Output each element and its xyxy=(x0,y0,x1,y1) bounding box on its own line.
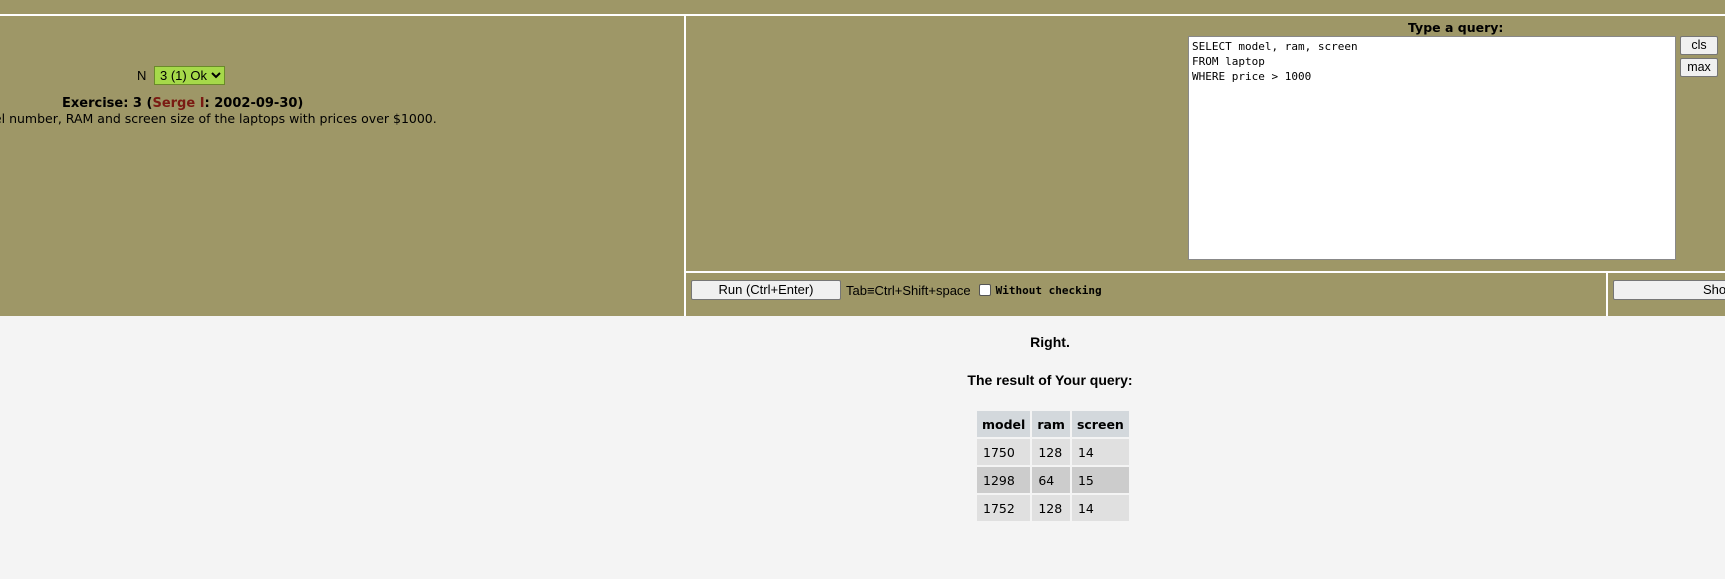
max-button[interactable]: max xyxy=(1680,58,1718,77)
without-checking-checkbox[interactable] xyxy=(978,284,991,296)
without-checking-label[interactable]: Without checking xyxy=(996,284,1102,297)
table-row: 1752 128 14 xyxy=(977,495,1129,521)
table-cell: 15 xyxy=(1071,467,1129,493)
column-header: screen xyxy=(1071,411,1129,437)
top-strip xyxy=(0,0,1725,14)
column-header: model xyxy=(977,411,1031,437)
run-controls: Run (Ctrl+Enter) Tab≡Ctrl+Shift+space Wi… xyxy=(691,280,1102,300)
result-status: Right. xyxy=(1030,334,1070,350)
result-title: The result of Your query: xyxy=(967,372,1133,388)
exercise-select[interactable]: 3 (1) Ok xyxy=(154,66,226,85)
run-button[interactable]: Run (Ctrl+Enter) xyxy=(691,280,841,300)
table-cell: 64 xyxy=(1032,467,1070,493)
table-cell: 128 xyxy=(1032,439,1070,465)
table-row: 1298 64 15 xyxy=(977,467,1129,493)
exercise-author-link[interactable]: Serge I xyxy=(152,96,204,111)
exercise-heading-suffix: : 2002-09-30) xyxy=(204,96,304,111)
table-row: 1750 128 14 xyxy=(977,439,1129,465)
query-label: Type a query: xyxy=(1408,20,1504,35)
query-editor[interactable]: SELECT model, ram, screen FROM laptop WH… xyxy=(1188,36,1676,260)
table-cell: 14 xyxy=(1071,439,1129,465)
tab-hint-text: Tab≡Ctrl+Shift+space xyxy=(846,282,971,298)
show-button[interactable]: Sho xyxy=(1613,280,1725,300)
table-cell: 128 xyxy=(1032,495,1070,521)
table-cell: 14 xyxy=(1071,495,1129,521)
result-table: model ram screen 1750 128 14 1298 64 15 … xyxy=(975,409,1131,523)
table-cell: 1298 xyxy=(977,467,1031,493)
exercise-selector-label: N xyxy=(137,68,147,83)
cls-button[interactable]: cls xyxy=(1680,36,1718,55)
table-cell: 1750 xyxy=(977,439,1031,465)
exercise-heading: Exercise: 3 (Serge I: 2002-09-30) xyxy=(62,96,303,111)
exercise-heading-prefix: Exercise: 3 ( xyxy=(62,96,153,111)
exercise-task-text: del number, RAM and screen size of the l… xyxy=(0,111,437,126)
table-header-row: model ram screen xyxy=(977,411,1129,437)
exercise-selector-row: N 3 (1) Ok xyxy=(137,66,226,85)
table-cell: 1752 xyxy=(977,495,1031,521)
column-header: ram xyxy=(1032,411,1070,437)
exercise-panel: N 3 (1) Ok Exercise: 3 (Serge I: 2002-09… xyxy=(0,16,684,316)
